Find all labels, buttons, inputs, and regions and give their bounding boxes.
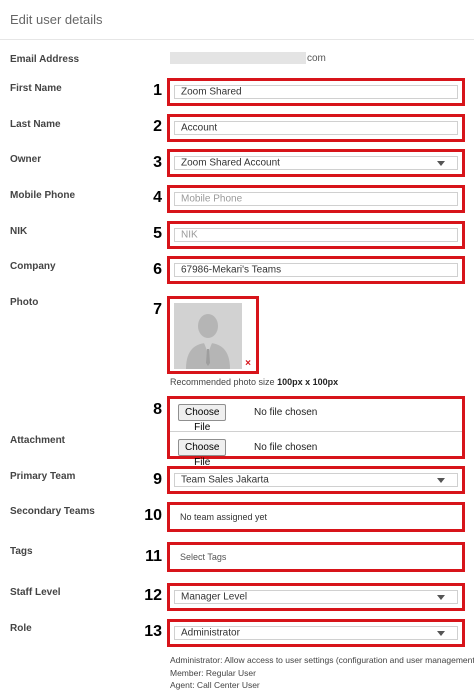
first-name-input[interactable]: Zoom Shared: [174, 85, 458, 99]
last-name-input[interactable]: Account: [174, 121, 458, 135]
divider: [170, 431, 462, 432]
last-name-highlight: Account: [167, 114, 465, 142]
tags-label: Tags: [10, 546, 33, 557]
file-status: No file chosen: [254, 407, 318, 418]
company-highlight: 67986-Mekari's Teams: [167, 256, 465, 284]
choose-file-button[interactable]: Choose File: [178, 439, 227, 468]
tags-highlight: Select Tags: [167, 542, 465, 572]
nik-input[interactable]: NIK: [174, 228, 458, 242]
secondary-teams-label: Secondary Teams: [10, 506, 95, 517]
nik-placeholder: NIK: [181, 229, 198, 241]
attachment-highlight: Choose File No file chosen Choose File N…: [167, 396, 465, 468]
role-select[interactable]: Administrator: [174, 626, 458, 640]
tags-input[interactable]: Select Tags: [174, 549, 458, 565]
page-title: Edit user details: [10, 12, 103, 27]
primary-team-value: Team Sales Jakarta: [181, 474, 269, 486]
marker-10: 10: [144, 507, 162, 524]
photo-size-note: Recommended photo size 100px x 100px: [170, 377, 338, 387]
primary-team-label: Primary Team: [10, 471, 76, 482]
mobile-phone-input[interactable]: Mobile Phone: [174, 192, 458, 206]
mobile-phone-label: Mobile Phone: [10, 190, 75, 201]
marker-5: 5: [153, 225, 162, 242]
first-name-value: Zoom Shared: [181, 86, 242, 98]
email-label: Email Address: [10, 54, 80, 65]
photo-highlight: ×: [167, 296, 259, 374]
company-input[interactable]: 67986-Mekari's Teams: [174, 263, 458, 277]
primary-team-select[interactable]: Team Sales Jakarta: [174, 473, 458, 487]
email-suffix: com: [307, 53, 326, 64]
marker-3: 3: [153, 154, 162, 171]
first-name-highlight: Zoom Shared: [167, 78, 465, 106]
staff-level-value: Manager Level: [181, 591, 248, 603]
owner-value: Zoom Shared Account: [181, 157, 280, 169]
secondary-teams-value: No team assigned yet: [180, 512, 268, 522]
chevron-down-icon: [437, 631, 445, 636]
attachment-label: Attachment: [10, 435, 66, 446]
close-icon[interactable]: ×: [245, 358, 251, 369]
nik-highlight: NIK: [167, 221, 465, 249]
marker-6: 6: [153, 261, 162, 278]
marker-7: 7: [153, 301, 162, 318]
secondary-teams-select[interactable]: No team assigned yet: [174, 509, 458, 525]
photo-label: Photo: [10, 297, 39, 308]
photo-note-prefix: Recommended photo size: [170, 377, 275, 387]
company-value: 67986-Mekari's Teams: [181, 264, 282, 276]
staff-level-highlight: Manager Level: [167, 583, 465, 611]
last-name-label: Last Name: [10, 119, 61, 130]
last-name-value: Account: [181, 122, 218, 134]
chevron-down-icon: [437, 595, 445, 600]
mobile-phone-placeholder: Mobile Phone: [181, 193, 243, 205]
tags-placeholder: Select Tags: [180, 552, 227, 562]
owner-select[interactable]: Zoom Shared Account: [174, 156, 458, 170]
first-name-label: First Name: [10, 83, 62, 94]
chevron-down-icon: [437, 478, 445, 483]
page-header: Edit user details: [0, 0, 474, 40]
photo-note-size: 100px x 100px: [277, 377, 339, 387]
role-label: Role: [10, 623, 32, 634]
owner-highlight: Zoom Shared Account: [167, 149, 465, 177]
marker-2: 2: [153, 118, 162, 135]
photo-upload[interactable]: [174, 303, 242, 369]
staff-level-label: Staff Level: [10, 587, 61, 598]
marker-4: 4: [153, 189, 162, 206]
marker-12: 12: [144, 587, 162, 604]
marker-8: 8: [153, 401, 162, 418]
secondary-teams-highlight: No team assigned yet: [167, 502, 465, 532]
marker-11: 11: [145, 548, 162, 565]
chevron-down-icon: [437, 161, 445, 166]
marker-9: 9: [153, 471, 162, 488]
company-label: Company: [10, 261, 56, 272]
choose-file-button[interactable]: Choose File: [178, 404, 227, 433]
marker-13: 13: [144, 623, 162, 640]
role-help-line: Administrator: Allow access to user sett…: [170, 655, 474, 665]
owner-label: Owner: [10, 154, 42, 165]
nik-label: NIK: [10, 226, 28, 237]
email-redacted: [170, 52, 306, 64]
marker-1: 1: [153, 82, 162, 99]
staff-level-select[interactable]: Manager Level: [174, 590, 458, 604]
user-silhouette-icon: [174, 303, 242, 369]
mobile-phone-highlight: Mobile Phone: [167, 185, 465, 213]
role-help-line: Agent: Call Center User: [170, 680, 260, 690]
role-value: Administrator: [181, 627, 240, 639]
role-help-line: Member: Regular User: [170, 668, 256, 678]
role-highlight: Administrator: [167, 619, 465, 647]
primary-team-highlight: Team Sales Jakarta: [167, 466, 465, 494]
file-status: No file chosen: [254, 442, 318, 453]
